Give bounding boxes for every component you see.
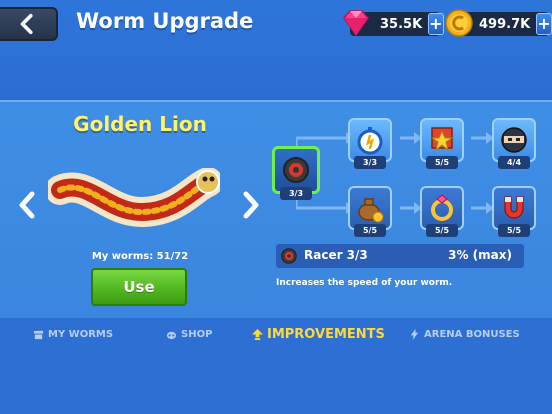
upgrade-level: 3/3 bbox=[280, 187, 312, 200]
ninja-icon bbox=[501, 127, 527, 153]
bolt-icon bbox=[410, 329, 419, 340]
shop-icon bbox=[166, 331, 177, 340]
tab-my-worms[interactable]: MY WORMS bbox=[33, 329, 113, 340]
upgrade-level: 5/5 bbox=[498, 224, 530, 237]
magnet-icon bbox=[504, 196, 524, 219]
ring-icon bbox=[431, 194, 453, 221]
tab-improvements[interactable]: IMPROVEMENTS bbox=[252, 327, 385, 342]
page-title: Worm Upgrade bbox=[76, 9, 254, 33]
selected-upgrade-value: 3% (max) bbox=[448, 248, 512, 262]
star-badge-icon bbox=[430, 127, 454, 152]
upgrade-node-stopwatch[interactable]: 3/3 bbox=[348, 118, 392, 169]
steering-wheel-icon bbox=[281, 248, 297, 264]
selected-upgrade-name: Racer 3/3 bbox=[304, 248, 368, 262]
upgrade-node-ring[interactable]: 5/5 bbox=[420, 186, 464, 237]
my-worms-count: My worms: 51/72 bbox=[91, 251, 189, 262]
money-bag-icon bbox=[358, 198, 384, 223]
coin-icon bbox=[445, 9, 473, 37]
upgrade-node-money-bag[interactable]: 5/5 bbox=[348, 186, 392, 237]
selected-upgrade-description: Increases the speed of your worm. bbox=[276, 278, 453, 288]
box-icon bbox=[33, 330, 44, 340]
upgrade-node-racer[interactable]: 3/3 bbox=[272, 146, 320, 200]
buy-gems-button[interactable]: + bbox=[428, 13, 444, 35]
tab-label: MY WORMS bbox=[48, 329, 114, 340]
previous-worm-arrow-icon[interactable] bbox=[16, 190, 38, 220]
selected-upgrade-bar: Racer 3/3 3% (max) bbox=[276, 244, 524, 268]
upgrade-node-magnet[interactable]: 5/5 bbox=[492, 186, 536, 237]
stopwatch-icon bbox=[357, 127, 383, 155]
worm-name: Golden Lion bbox=[73, 112, 207, 136]
tab-label: SHOP bbox=[181, 329, 213, 340]
tab-label: IMPROVEMENTS bbox=[267, 327, 385, 342]
upgrade-node-star-badge[interactable]: 5/5 bbox=[420, 118, 464, 169]
arrow-up-icon bbox=[252, 329, 263, 340]
upgrade-node-ninja[interactable]: 4/4 bbox=[492, 118, 536, 169]
upgrade-level: 5/5 bbox=[426, 224, 458, 237]
upgrade-level: 5/5 bbox=[426, 156, 458, 169]
tab-shop[interactable]: SHOP bbox=[166, 329, 212, 340]
next-worm-arrow-icon[interactable] bbox=[240, 190, 262, 220]
back-button[interactable] bbox=[0, 7, 58, 41]
tab-label: ARENA BONUSES bbox=[424, 329, 520, 340]
worm-image bbox=[48, 168, 220, 227]
upgrade-level: 3/3 bbox=[354, 156, 386, 169]
buy-coins-button[interactable]: + bbox=[536, 13, 552, 35]
chevron-left-icon bbox=[20, 13, 33, 35]
use-button[interactable]: Use bbox=[91, 268, 187, 306]
upgrade-tree-connectors bbox=[296, 132, 494, 214]
tab-arena-bonuses[interactable]: ARENA BONUSES bbox=[409, 329, 520, 340]
steering-wheel-icon bbox=[283, 157, 309, 183]
bottom-tab-bar: MY WORMS SHOP IMPROVEMENTS ARENA BONUSES bbox=[0, 318, 552, 414]
gem-icon bbox=[343, 10, 369, 37]
upgrade-level: 5/5 bbox=[354, 224, 386, 237]
upgrade-level: 4/4 bbox=[498, 156, 530, 169]
